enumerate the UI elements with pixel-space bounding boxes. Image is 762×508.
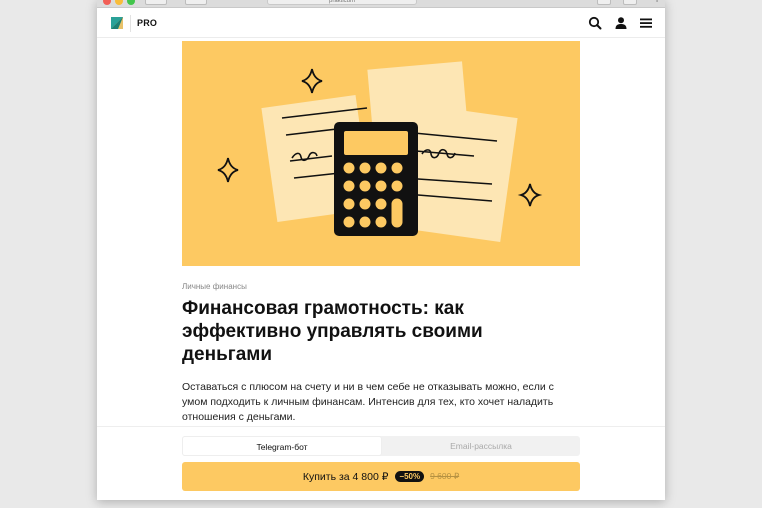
old-price: 9 600 ₽ bbox=[430, 471, 460, 481]
buy-button[interactable]: Купить за 4 800 ₽ −50% 9 600 ₽ bbox=[182, 462, 580, 491]
menu-icon[interactable] bbox=[639, 16, 653, 30]
calculator-illustration bbox=[217, 61, 543, 242]
zoom-window-button[interactable] bbox=[127, 0, 135, 5]
close-window-button[interactable] bbox=[103, 0, 111, 5]
article-title: Финансовая грамотность: как эффективно у… bbox=[182, 298, 483, 365]
tab-email-newsletter[interactable]: Email-рассылка bbox=[382, 436, 580, 456]
tabs-button[interactable] bbox=[623, 0, 637, 5]
site-header: PRO bbox=[97, 8, 665, 38]
site-logo[interactable] bbox=[111, 17, 123, 29]
address-bar[interactable]: prakticum bbox=[267, 0, 417, 5]
new-tab-button[interactable]: + bbox=[650, 0, 664, 8]
delivery-tabs: Telegram-бот Email-рассылка bbox=[182, 436, 580, 456]
article-description: Оставаться с плюсом на счету и ни в чем … bbox=[182, 381, 554, 423]
back-forward-buttons[interactable] bbox=[145, 0, 167, 5]
discount-badge: −50% bbox=[395, 471, 425, 482]
section-label[interactable]: PRO bbox=[137, 18, 157, 28]
search-icon[interactable] bbox=[588, 16, 602, 30]
buy-button-label: Купить за 4 800 ₽ bbox=[302, 470, 389, 483]
tab-telegram-bot[interactable]: Telegram-бот bbox=[182, 436, 382, 456]
browser-toolbar: prakticum + bbox=[97, 0, 665, 8]
browser-window: prakticum + PRO Личные финансы Финансова… bbox=[97, 0, 665, 500]
user-icon[interactable] bbox=[614, 16, 628, 30]
sidebar-button[interactable] bbox=[185, 0, 207, 5]
purchase-panel: Telegram-бот Email-рассылка Купить за 4 … bbox=[97, 426, 665, 500]
article-category[interactable]: Личные финансы bbox=[182, 282, 247, 291]
share-button[interactable] bbox=[597, 0, 611, 5]
hero-illustration bbox=[182, 41, 580, 266]
header-divider bbox=[130, 15, 131, 32]
minimize-window-button[interactable] bbox=[115, 0, 123, 5]
